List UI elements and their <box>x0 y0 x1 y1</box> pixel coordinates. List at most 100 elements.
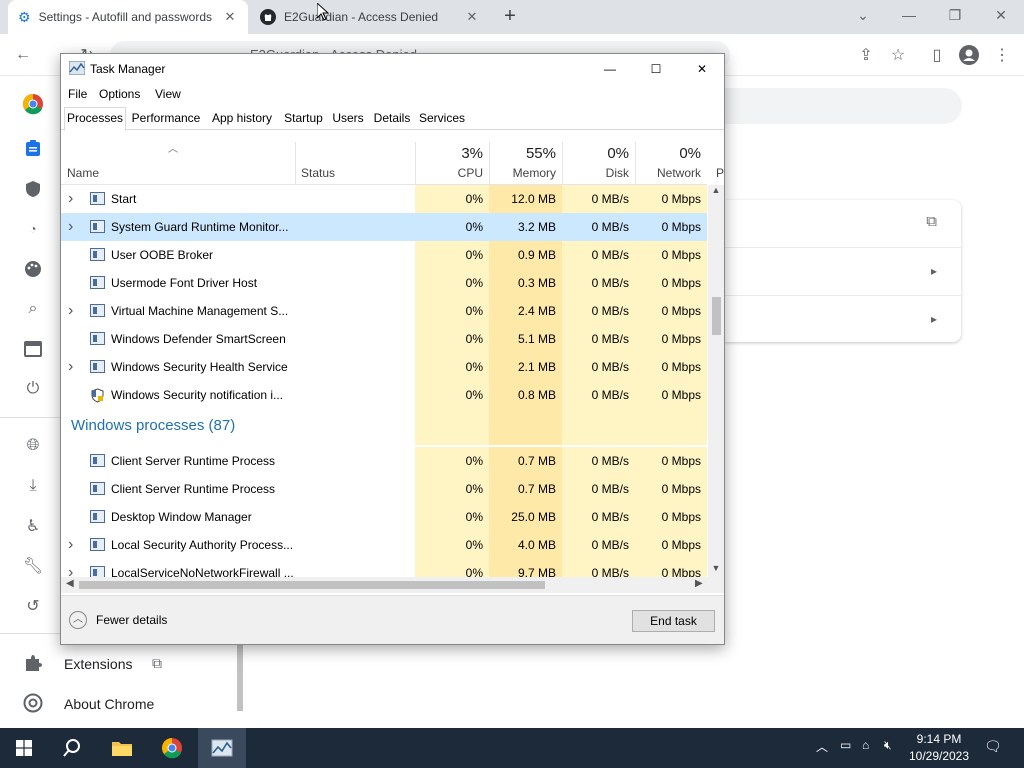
palette-icon[interactable] <box>22 258 44 280</box>
sidebar-scrollbar[interactable] <box>234 645 246 725</box>
table-row[interactable]: › Start 0% 12.0 MB 0 MB/s 0 Mbps <box>61 185 707 213</box>
globe-icon[interactable]: 🌐︎ <box>22 435 44 457</box>
process-list-scrollbar[interactable]: ▲ ▼ <box>708 185 724 577</box>
end-task-button[interactable]: End task <box>632 610 715 632</box>
taskbar-clock[interactable]: 9:14 PM 10/29/2023 <box>905 731 973 765</box>
tab-startup[interactable]: Startup <box>280 108 327 130</box>
horizontal-scrollbar[interactable]: ◀ ▶ <box>61 577 724 593</box>
table-row[interactable]: Desktop Window Manager 0% 25.0 MB 0 MB/s 0 M… <box>61 503 707 531</box>
table-row[interactable]: Usermode Font Driver Host 0% 0.3 MB 0 MB/s 0… <box>61 269 707 297</box>
close-icon[interactable]: ✕ <box>464 9 480 25</box>
process-cpu-cell: 0% <box>415 559 489 577</box>
table-row[interactable]: Client Server Runtime Process 0% 0.7 MB 0 M… <box>61 447 707 475</box>
expand-chevron-icon[interactable]: › <box>68 353 73 381</box>
autofill-clipboard-icon[interactable] <box>22 137 44 159</box>
column-disk[interactable]: 0% Disk <box>562 142 635 185</box>
tab-performance[interactable]: Performance <box>127 108 205 130</box>
settings-search-input[interactable] <box>700 88 962 124</box>
tab-search-icon[interactable]: ⌄ <box>840 0 886 30</box>
expand-chevron-icon[interactable]: › <box>68 213 73 241</box>
scroll-down-icon[interactable]: ▼ <box>708 563 724 577</box>
menu-view[interactable]: View <box>155 87 181 101</box>
expand-chevron-icon[interactable]: › <box>68 531 73 559</box>
network-icon[interactable]: ⌂ <box>862 738 869 752</box>
table-row[interactable]: Client Server Runtime Process 0% 0.7 MB 0 M… <box>61 475 707 503</box>
power-icon[interactable]: ⏻ <box>22 378 44 400</box>
file-explorer-button[interactable] <box>98 728 146 768</box>
nav-about-chrome-label[interactable]: About Chrome <box>64 696 154 712</box>
scrollbar-thumb[interactable] <box>237 645 243 711</box>
side-panel-icon[interactable]: ▯ <box>926 44 948 66</box>
tab-users[interactable]: Users <box>330 108 366 130</box>
close-icon[interactable]: ✕ <box>222 9 238 25</box>
volume-muted-icon[interactable]: 🔇︎ <box>884 738 892 753</box>
expand-chevron-icon[interactable]: › <box>68 185 73 213</box>
table-row[interactable]: › Virtual Machine Management S... 0% 2.4 MB… <box>61 297 707 325</box>
browser-window-icon[interactable] <box>22 338 44 360</box>
more-menu-icon[interactable]: ⋮ <box>991 44 1013 66</box>
history-reset-icon[interactable]: ↺ <box>22 595 44 617</box>
scroll-up-icon[interactable]: ▲ <box>708 185 724 199</box>
card-row-password-manager[interactable]: ⧉ <box>724 200 961 248</box>
scrollbar-thumb[interactable] <box>712 297 721 335</box>
network-percent: 0% <box>679 145 701 162</box>
card-row-payment-methods[interactable]: ▸ <box>724 247 961 295</box>
expand-chevron-icon[interactable]: › <box>68 559 73 577</box>
scroll-left-icon[interactable]: ◀ <box>66 578 74 589</box>
table-row[interactable]: Windows Defender SmartScreen 0% 5.1 MB 0 MB… <box>61 325 707 353</box>
card-row-addresses[interactable]: ▸ <box>724 295 961 343</box>
puzzle-icon <box>22 652 44 674</box>
tab-services[interactable]: Services <box>417 108 467 130</box>
task-manager-taskbar-button[interactable] <box>198 728 246 768</box>
back-arrow-icon[interactable]: ← <box>12 44 34 66</box>
close-window-icon[interactable]: ✕ <box>978 0 1024 30</box>
tab-details[interactable]: Details <box>370 108 414 130</box>
tray-app-icon[interactable]: ▭ <box>840 738 851 752</box>
tab-title: Settings - Autofill and passwords <box>38 10 212 24</box>
table-row[interactable]: › Windows Security Health Service 0% 2.1 MB… <box>61 353 707 381</box>
tab-app-history[interactable]: App history <box>207 108 277 130</box>
tab-e2guardian[interactable]: E2Guardian - Access Denied ✕ <box>250 0 490 34</box>
group-header-windows-processes[interactable]: Windows processes (87) <box>61 409 707 445</box>
table-row[interactable]: › Local Security Authority Process... 0% 4.… <box>61 531 707 559</box>
scrollbar-thumb[interactable] <box>79 581 545 589</box>
minimize-icon[interactable]: — <box>886 0 932 30</box>
column-network[interactable]: 0% Network <box>635 142 707 185</box>
table-row[interactable]: User OOBE Broker 0% 0.9 MB 0 MB/s 0 Mbps <box>61 241 707 269</box>
shield-icon[interactable] <box>22 178 44 200</box>
new-tab-button[interactable]: + <box>499 6 521 28</box>
profile-avatar-icon[interactable] <box>958 44 980 66</box>
scroll-right-icon[interactable]: ▶ <box>695 578 703 589</box>
notification-icon[interactable]: 🗨︎ <box>984 738 1002 755</box>
fewer-details-button[interactable]: ︿ Fewer details <box>69 611 167 629</box>
expand-chevron-icon[interactable]: › <box>68 297 73 325</box>
search-icon[interactable]: ⌕ <box>22 298 44 320</box>
tray-overflow-icon[interactable]: ︿ <box>816 738 828 755</box>
menu-options[interactable]: Options <box>99 87 140 101</box>
column-memory[interactable]: 55% Memory <box>489 142 562 185</box>
table-row[interactable]: › System Guard Runtime Monitor... 0% 3.2 MB… <box>61 213 707 241</box>
performance-gauge-icon[interactable]: ◔ <box>22 218 44 240</box>
start-button[interactable] <box>0 728 48 768</box>
bookmark-star-icon[interactable]: ☆ <box>887 44 909 66</box>
table-row[interactable]: › LocalServiceNoNetworkFirewall ... 0% 9.7 … <box>61 559 707 577</box>
restore-icon[interactable]: ❐ <box>932 0 978 30</box>
maximize-icon[interactable]: ☐ <box>633 54 679 84</box>
column-cpu[interactable]: 3% CPU <box>415 142 489 185</box>
task-manager-titlebar[interactable]: Task Manager — ☐ ✕ <box>61 54 724 84</box>
tab-processes[interactable]: Processes <box>64 107 126 131</box>
column-name[interactable]: Name <box>67 166 99 180</box>
chrome-taskbar-button[interactable] <box>148 728 196 768</box>
share-icon[interactable]: ⇪ <box>855 44 877 66</box>
taskbar-search-button[interactable] <box>48 728 96 768</box>
nav-extensions-label[interactable]: Extensions <box>64 656 132 672</box>
wrench-icon[interactable]: 🔧︎ <box>22 555 44 577</box>
close-window-icon[interactable]: ✕ <box>679 54 725 84</box>
menu-file[interactable]: File <box>68 87 87 101</box>
table-row[interactable]: Windows Security notification i... 0% 0.8 … <box>61 381 707 409</box>
tab-settings[interactable]: ⚙ Settings - Autofill and passwords ✕ <box>8 0 248 34</box>
accessibility-icon[interactable]: ♿︎ <box>22 515 44 537</box>
minimize-icon[interactable]: — <box>587 54 633 84</box>
download-icon[interactable]: ⤓ <box>22 475 44 497</box>
process-list: › Start 0% 12.0 MB 0 MB/s 0 Mbps › System Guard… <box>61 185 707 577</box>
